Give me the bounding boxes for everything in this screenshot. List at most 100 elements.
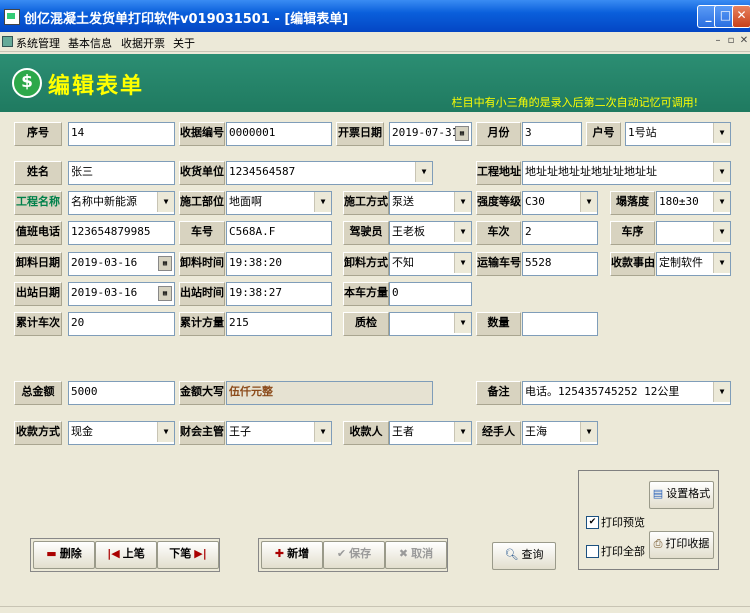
unload-method-select[interactable]: 不知 ▼ (389, 252, 472, 276)
calendar-icon[interactable]: ▦ (158, 286, 172, 301)
chevron-down-icon[interactable]: ▼ (713, 123, 730, 143)
duty-phone-value: 123654879985 (71, 225, 151, 238)
chevron-down-icon[interactable]: ▼ (454, 422, 471, 442)
receipt-no-label: 收据编号 (179, 122, 225, 146)
project-address-value: 地址址地址址地址址地址址 (525, 165, 657, 178)
quantity-field[interactable] (522, 312, 598, 336)
chevron-down-icon[interactable]: ▼ (713, 192, 730, 212)
chevron-down-icon[interactable]: ▼ (454, 313, 471, 333)
mdi-minimize-button[interactable]: – (712, 35, 724, 47)
chevron-down-icon[interactable]: ▼ (454, 192, 471, 212)
chevron-down-icon[interactable]: ▼ (713, 253, 730, 273)
trip-no-field[interactable]: 2 (522, 221, 598, 245)
receipt-no-field[interactable]: 0000001 (226, 122, 332, 146)
slump-select[interactable]: 180±30 ▼ (656, 191, 731, 215)
project-name-select[interactable]: 名称中新能源 ▼ (68, 191, 175, 215)
total-amount-label: 总金额 (14, 381, 62, 405)
mdi-close-button[interactable]: ✕ (738, 35, 750, 47)
unload-date-field[interactable]: 2019-03-16 ▦ (68, 252, 175, 276)
depart-date-field[interactable]: 2019-03-16 ▦ (68, 282, 175, 306)
car-seq-label: 车序 (610, 221, 655, 245)
serial-no-field[interactable]: 14 (68, 122, 175, 146)
save-button[interactable]: ✔ 保存 (323, 541, 385, 569)
calendar-icon[interactable]: ▦ (158, 256, 172, 271)
menu-bar: 系统管理 基本信息 收据开票 关于 – ▫ ✕ (0, 32, 750, 52)
query-button[interactable]: 🔍︎ 查询 (492, 542, 556, 570)
chevron-down-icon[interactable]: ▼ (454, 222, 471, 242)
construction-method-select[interactable]: 泵送 ▼ (389, 191, 472, 215)
quantity-label: 数量 (476, 312, 521, 336)
car-no-field[interactable]: C568A.F (226, 221, 332, 245)
driver-label: 驾驶员 (343, 221, 389, 245)
quality-check-select[interactable]: ▼ (389, 312, 472, 336)
mdi-restore-button[interactable]: ▫ (725, 35, 737, 47)
close-button[interactable]: ✕ (732, 5, 750, 28)
unload-time-field[interactable]: 19:38:20 (226, 252, 332, 276)
invoice-date-field[interactable]: 2019-07-31 ▦ (389, 122, 472, 146)
duty-phone-field[interactable]: 123654879985 (68, 221, 175, 245)
payment-method-select[interactable]: 现金 ▼ (68, 421, 175, 445)
delete-label: 删除 (59, 547, 82, 560)
strength-grade-select[interactable]: C30 ▼ (522, 191, 598, 215)
chevron-down-icon[interactable]: ▼ (580, 192, 597, 212)
print-preview-checkbox[interactable]: ✔ (586, 516, 599, 529)
add-button[interactable]: ✚ 新增 (261, 541, 323, 569)
total-trips-label: 累计车次 (14, 312, 62, 336)
chevron-down-icon[interactable]: ▼ (454, 253, 471, 273)
finance-manager-value: 王子 (229, 425, 251, 438)
chevron-down-icon[interactable]: ▼ (157, 192, 174, 212)
construction-method-value: 泵送 (392, 195, 414, 208)
remark-select[interactable]: 电话。125435745252 12公里 ▼ (522, 381, 731, 405)
next-button[interactable]: 下笔 ▶| (157, 541, 219, 569)
quality-check-label: 质检 (343, 312, 389, 336)
status-bar (0, 606, 750, 613)
total-trips-field[interactable]: 20 (68, 312, 175, 336)
slump-value: 180±30 (659, 195, 699, 208)
print-receipt-button[interactable]: ⎙ 打印收据 (649, 531, 714, 559)
calendar-icon[interactable]: ▦ (455, 126, 469, 141)
car-seq-select[interactable]: ▼ (656, 221, 731, 245)
handler-select[interactable]: 王海 ▼ (522, 421, 598, 445)
chevron-down-icon[interactable]: ▼ (713, 382, 730, 402)
unload-time-label: 卸料时间 (179, 252, 225, 276)
account-select[interactable]: 1号站 ▼ (625, 122, 731, 146)
cancel-button[interactable]: ✖ 取消 (385, 541, 447, 569)
month-label: 月份 (476, 122, 521, 146)
project-address-select[interactable]: 地址址地址址地址址地址址 ▼ (522, 161, 731, 185)
amount-upper-label: 金额大写 (179, 381, 225, 405)
name-field[interactable]: 张三 (68, 161, 175, 185)
title-bar: 创亿混凝土发货单打印软件v019031501 - [编辑表单] _ □ ✕ (0, 0, 750, 32)
charge-reason-select[interactable]: 定制软件 ▼ (656, 252, 731, 276)
add-label: 新增 (287, 547, 310, 560)
chevron-down-icon[interactable]: ▼ (713, 222, 730, 242)
chevron-down-icon[interactable]: ▼ (713, 162, 730, 182)
last-arrow-icon: ▶| (194, 547, 207, 560)
depart-time-field[interactable]: 19:38:27 (226, 282, 332, 306)
receiver-select[interactable]: 1234564587 ▼ (226, 161, 433, 185)
month-field[interactable]: 3 (522, 122, 582, 146)
chevron-down-icon[interactable]: ▼ (157, 422, 174, 442)
transport-car-value: 5528 (525, 256, 552, 269)
finance-manager-select[interactable]: 王子 ▼ (226, 421, 332, 445)
transport-car-field[interactable]: 5528 (522, 252, 598, 276)
total-volume-field[interactable]: 215 (226, 312, 332, 336)
driver-select[interactable]: 王老板 ▼ (389, 221, 472, 245)
construction-part-select[interactable]: 地面啊 ▼ (226, 191, 332, 215)
chevron-down-icon[interactable]: ▼ (314, 422, 331, 442)
print-format-button[interactable]: ▤ 设置格式 (649, 481, 714, 509)
car-volume-field[interactable]: 0 (389, 282, 472, 306)
menu-system[interactable]: 系统管理 (16, 35, 60, 51)
total-amount-field[interactable]: 5000 (68, 381, 175, 405)
project-name-label: 工程名称 (14, 191, 62, 215)
print-all-checkbox[interactable] (586, 545, 599, 558)
payee-select[interactable]: 王者 ▼ (389, 421, 472, 445)
strength-grade-value: C30 (525, 195, 545, 208)
prev-button[interactable]: |◀ 上笔 (95, 541, 157, 569)
chevron-down-icon[interactable]: ▼ (415, 162, 432, 182)
chevron-down-icon[interactable]: ▼ (314, 192, 331, 212)
menu-receipt[interactable]: 收据开票 (121, 35, 165, 51)
delete-button[interactable]: ▬ 删除 (33, 541, 95, 569)
menu-about[interactable]: 关于 (173, 35, 195, 51)
chevron-down-icon[interactable]: ▼ (580, 422, 597, 442)
menu-basic-info[interactable]: 基本信息 (68, 35, 112, 51)
